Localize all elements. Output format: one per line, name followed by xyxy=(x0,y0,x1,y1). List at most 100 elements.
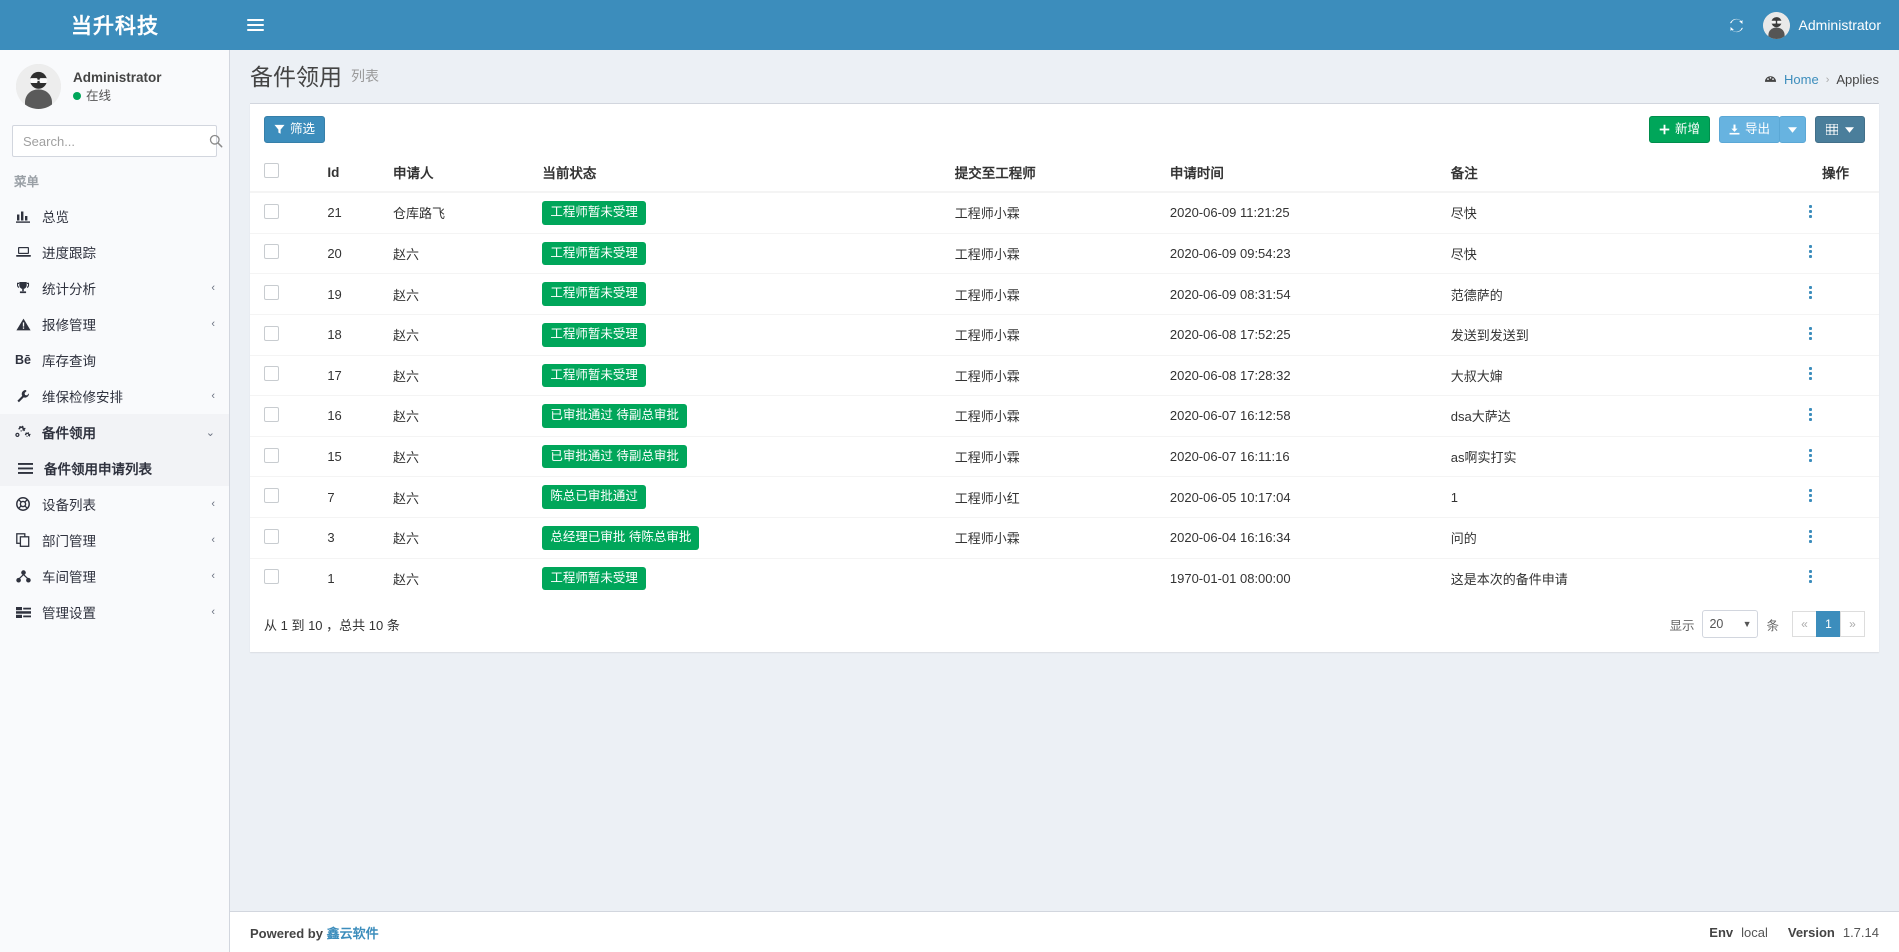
table-row[interactable]: 20赵六工程师暂未受理工程师小霖2020-06-09 09:54:23尽快 xyxy=(250,233,1879,274)
ellipsis-vertical-icon[interactable] xyxy=(1767,284,1871,301)
sidebar-user-status-label: 在线 xyxy=(86,87,111,105)
sidebar-item-device-list[interactable]: 设备列表 ‹ xyxy=(0,486,229,522)
breadcrumb-applies[interactable]: Applies xyxy=(1836,72,1879,87)
caret-down-icon xyxy=(1788,127,1797,133)
table-row[interactable]: 3赵六总经理已审批 待陈总审批工程师小霖2020-06-04 16:16:34问… xyxy=(250,518,1879,559)
env-value: local xyxy=(1741,925,1768,940)
brand-logo[interactable]: 当升科技 xyxy=(0,0,230,50)
ellipsis-vertical-icon[interactable] xyxy=(1767,325,1871,342)
sidebar-search xyxy=(0,125,229,157)
user-menu-button[interactable]: Administrator xyxy=(1763,12,1881,39)
sidebar-item-label: 报修管理 xyxy=(42,314,201,334)
cell-note: 这是本次的备件申请 xyxy=(1443,558,1760,598)
table-row[interactable]: 19赵六工程师暂未受理工程师小霖2020-06-09 08:31:54范德萨的 xyxy=(250,274,1879,315)
columns-toggle-button[interactable] xyxy=(1815,116,1865,143)
search-button[interactable] xyxy=(209,134,223,148)
sidebar: Administrator 在线 菜单 xyxy=(0,50,230,952)
cell-status: 工程师暂未受理 xyxy=(534,192,946,233)
sidebar-toggle-button[interactable] xyxy=(230,0,280,50)
sidebar-item-overview[interactable]: 总览 xyxy=(0,198,229,234)
add-button[interactable]: 新增 xyxy=(1649,116,1710,143)
th-engineer[interactable]: 提交至工程师 xyxy=(947,153,1162,192)
cell-note: 尽快 xyxy=(1443,233,1760,274)
sidebar-item-label: 部门管理 xyxy=(42,530,201,550)
sidebar-item-department-management[interactable]: 部门管理 ‹ xyxy=(0,522,229,558)
download-icon xyxy=(1729,124,1740,135)
row-checkbox[interactable] xyxy=(264,529,279,544)
breadcrumb-home[interactable]: Home xyxy=(1784,72,1819,87)
page-size-label: 显示 xyxy=(1669,615,1694,634)
sidebar-item-label: 库存查询 xyxy=(42,350,205,370)
ellipsis-vertical-icon[interactable] xyxy=(1767,487,1871,504)
row-checkbox[interactable] xyxy=(264,448,279,463)
row-checkbox[interactable] xyxy=(264,285,279,300)
filter-button[interactable]: 筛选 xyxy=(264,116,325,143)
row-checkbox[interactable] xyxy=(264,569,279,584)
top-navbar: 当升科技 xyxy=(0,0,1899,50)
row-checkbox[interactable] xyxy=(264,244,279,259)
cell-actions xyxy=(1759,233,1879,274)
sidebar-item-maintenance-schedule[interactable]: 维保检修安排 ‹ xyxy=(0,378,229,414)
ellipsis-vertical-icon[interactable] xyxy=(1767,528,1871,545)
status-badge: 工程师暂未受理 xyxy=(542,242,646,266)
select-all-checkbox[interactable] xyxy=(264,163,279,178)
pagination-summary: 从 1 到 10 ，总共 10 条 xyxy=(264,615,400,634)
powered-by-link[interactable]: 鑫云软件 xyxy=(327,926,379,941)
sidebar-item-arrow: ‹ xyxy=(211,282,215,294)
ellipsis-vertical-icon[interactable] xyxy=(1767,447,1871,464)
cell-status: 陈总已审批通过 xyxy=(534,477,946,518)
refresh-button[interactable] xyxy=(1728,17,1745,34)
row-checkbox[interactable] xyxy=(264,366,279,381)
pager-page-1[interactable]: 1 xyxy=(1816,611,1841,637)
sidebar-item-spare-parts-apply-list[interactable]: 备件领用申请列表 xyxy=(0,450,229,486)
table-row[interactable]: 18赵六工程师暂未受理工程师小霖2020-06-08 17:52:25发送到发送… xyxy=(250,314,1879,355)
sidebar-item-inventory-query[interactable]: Bē 库存查询 xyxy=(0,342,229,378)
cell-status: 已审批通过 待副总审批 xyxy=(534,436,946,477)
cell-id: 1 xyxy=(319,558,385,598)
th-status[interactable]: 当前状态 xyxy=(534,153,946,192)
table-row[interactable]: 1赵六工程师暂未受理1970-01-01 08:00:00这是本次的备件申请 xyxy=(250,558,1879,598)
export-button[interactable]: 导出 xyxy=(1719,116,1780,143)
ellipsis-vertical-icon[interactable] xyxy=(1767,406,1871,423)
pager-prev-button[interactable]: « xyxy=(1792,611,1817,637)
sidebar-item-workshop-management[interactable]: 车间管理 ‹ xyxy=(0,558,229,594)
ellipsis-vertical-icon[interactable] xyxy=(1767,243,1871,260)
search-input[interactable] xyxy=(13,134,209,149)
sidebar-item-progress-tracking[interactable]: 进度跟踪 xyxy=(0,234,229,270)
row-select-cell xyxy=(250,558,319,598)
cell-time: 2020-06-04 16:16:34 xyxy=(1162,518,1443,559)
ellipsis-vertical-icon[interactable] xyxy=(1767,568,1871,585)
page-footer: Powered by 鑫云软件 Env local Version 1.7.14 xyxy=(230,911,1899,952)
th-note[interactable]: 备注 xyxy=(1443,153,1760,192)
row-checkbox[interactable] xyxy=(264,326,279,341)
bars-icon xyxy=(16,463,34,474)
th-time[interactable]: 申请时间 xyxy=(1162,153,1443,192)
cell-engineer xyxy=(947,558,1162,598)
table-row[interactable]: 7赵六陈总已审批通过工程师小红2020-06-05 10:17:041 xyxy=(250,477,1879,518)
row-checkbox[interactable] xyxy=(264,204,279,219)
sidebar-item-repair-management[interactable]: 报修管理 ‹ xyxy=(0,306,229,342)
sidebar-item-spare-parts[interactable]: 备件领用 ⌄ xyxy=(0,414,229,450)
sidebar-item-statistics[interactable]: 统计分析 ‹ xyxy=(0,270,229,306)
status-badge: 总经理已审批 待陈总审批 xyxy=(542,526,699,550)
ellipsis-vertical-icon[interactable] xyxy=(1767,203,1871,220)
pager-next-button[interactable]: » xyxy=(1840,611,1865,637)
row-checkbox[interactable] xyxy=(264,488,279,503)
export-dropdown-button[interactable] xyxy=(1779,116,1806,143)
sidebar-item-admin-settings[interactable]: 管理设置 ‹ xyxy=(0,594,229,630)
table-row[interactable]: 15赵六已审批通过 待副总审批工程师小霖2020-06-07 16:11:16a… xyxy=(250,436,1879,477)
sidebar-item-label: 设备列表 xyxy=(42,494,201,514)
th-id[interactable]: Id xyxy=(319,153,385,192)
row-checkbox[interactable] xyxy=(264,407,279,422)
search-box xyxy=(12,125,217,157)
page-size-select[interactable]: 20 ▼ xyxy=(1702,610,1758,638)
table-row[interactable]: 16赵六已审批通过 待副总审批工程师小霖2020-06-07 16:12:58d… xyxy=(250,396,1879,437)
ellipsis-vertical-icon[interactable] xyxy=(1767,365,1871,382)
laptop-icon xyxy=(14,246,32,258)
warning-icon xyxy=(14,318,32,331)
table-row[interactable]: 17赵六工程师暂未受理工程师小霖2020-06-08 17:28:32大叔大婶 xyxy=(250,355,1879,396)
table-row[interactable]: 21仓库路飞工程师暂未受理工程师小霖2020-06-09 11:21:25尽快 xyxy=(250,192,1879,233)
th-applicant[interactable]: 申请人 xyxy=(385,153,534,192)
content-area: 备件领用 列表 Home › Applies 筛选 xyxy=(230,50,1899,952)
sidebar-item-arrow: ‹ xyxy=(211,534,215,546)
